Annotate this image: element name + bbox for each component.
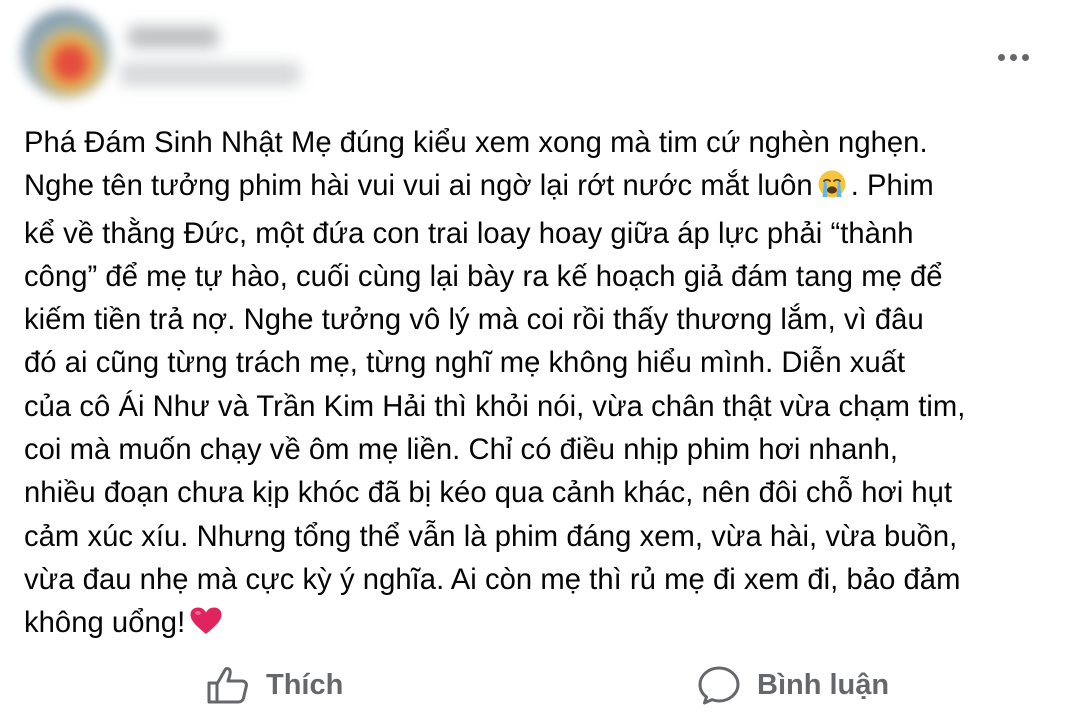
- comment-bubble-icon: [697, 665, 741, 705]
- crying-face-icon: [817, 169, 847, 212]
- post-text-line: đó ai cũng từng trách mẹ, từng nghĩ mẹ k…: [24, 347, 906, 380]
- post-text-segment: không uổng!: [24, 607, 186, 640]
- post-text-segment: Nghe tên tưởng phim hài vui vui ai ngờ l…: [24, 170, 813, 203]
- more-dot-icon: [1009, 53, 1017, 61]
- like-label: Thích: [266, 668, 344, 701]
- post-text-line: Nghe tên tưởng phim hài vui vui ai ngờ l…: [24, 165, 1064, 212]
- thumbs-up-icon: [206, 665, 250, 705]
- post-actions-bar: Thích Bình luận: [0, 655, 1077, 715]
- facebook-post: Phá Đám Sinh Nhật Mẹ đúng kiểu xem xong …: [0, 0, 1077, 720]
- author-name-blurred[interactable]: [128, 26, 218, 48]
- more-options-button[interactable]: [992, 46, 1034, 68]
- comment-label: Bình luận: [757, 668, 890, 701]
- post-text: Phá Đám Sinh Nhật Mẹ đúng kiểu xem xong …: [24, 122, 1064, 650]
- post-text-line: kể về thằng Đức, một đứa con trai loay h…: [24, 217, 914, 250]
- post-text-line: kiếm tiền trả nợ. Nghe tưởng vô lý mà co…: [24, 304, 924, 337]
- red-heart-icon: [189, 606, 223, 649]
- post-text-line: cảm xúc xíu. Nhưng tổng thể vẫn là phim …: [24, 520, 958, 553]
- post-text-line: công” để mẹ tự hào, cuối cùng lại bày ra…: [24, 260, 943, 293]
- more-dot-icon: [1021, 53, 1029, 61]
- comment-button[interactable]: Bình luận: [697, 663, 889, 707]
- more-dot-icon: [997, 53, 1005, 61]
- post-text-line: Phá Đám Sinh Nhật Mẹ đúng kiểu xem xong …: [24, 127, 928, 159]
- post-text-line: nhiều đoạn chưa kịp khóc đã bị kéo qua c…: [24, 477, 953, 510]
- post-text-line: không uổng!: [24, 602, 1064, 649]
- like-button[interactable]: Thích: [206, 663, 343, 707]
- post-meta-blurred: [120, 62, 300, 86]
- post-text-line: của cô Ái Như và Trần Kim Hải thì khỏi n…: [24, 390, 966, 423]
- post-text-segment: . Phim: [850, 170, 934, 203]
- post-text-line: vừa đau nhẹ mà cực kỳ ý nghĩa. Ai còn mẹ…: [24, 563, 961, 596]
- author-avatar-blurred[interactable]: [22, 10, 110, 98]
- post-text-line: coi mà muốn chạy về ôm mẹ liền. Chỉ có đ…: [24, 434, 899, 467]
